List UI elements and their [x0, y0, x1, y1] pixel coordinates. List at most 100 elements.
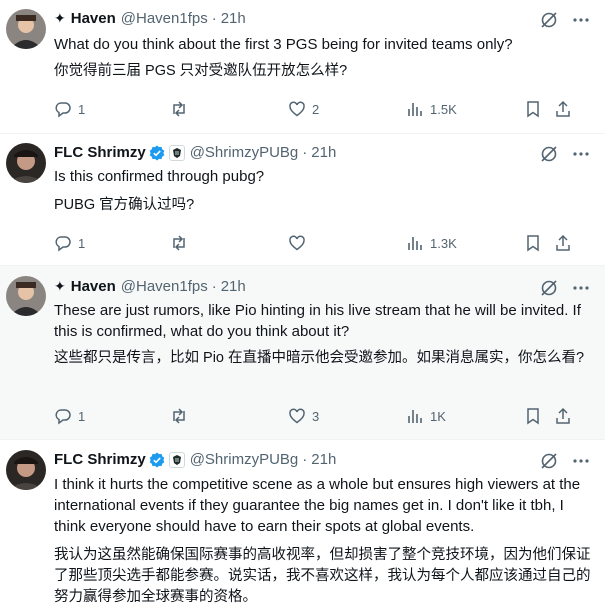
- grok-icon[interactable]: [539, 278, 559, 298]
- tweet-actions: 1 2 1.5K: [54, 100, 584, 122]
- like-icon: [289, 101, 305, 117]
- separator-dot: ·: [211, 10, 217, 27]
- avatar[interactable]: [6, 276, 46, 316]
- tweet-text-en: Is this confirmed through pubg?: [54, 168, 265, 185]
- views-count: 1.5K: [430, 101, 457, 117]
- like-button[interactable]: 3: [288, 407, 319, 425]
- views-icon: [408, 237, 422, 250]
- tweet-text-zh: 这些都只是传言，比如 Pio 在直播中暗示他会受邀参加。如果消息属实，你怎么看?: [54, 350, 585, 366]
- retweet-icon: [173, 235, 185, 251]
- display-name[interactable]: FLC Shrimzy: [54, 451, 146, 468]
- tweet-text-zh: 我认为这虽然能确保国际赛事的高收视率，但却损害了整个竞技环境，因为他们保证了那些…: [54, 547, 591, 605]
- grok-icon[interactable]: [539, 10, 559, 30]
- views-count: 1.3K: [430, 235, 457, 251]
- tweet[interactable]: ✦ Haven @Haven1fps · 21h These are just …: [0, 266, 605, 440]
- share-icon: [556, 407, 570, 424]
- grok-icon[interactable]: [539, 144, 559, 164]
- more-icon[interactable]: [571, 278, 591, 298]
- tweet-header: FLC Shrimzy @ShrimzyPUBg · 21h: [54, 451, 336, 468]
- views-button[interactable]: 1.5K: [406, 100, 457, 118]
- verified-badge-icon: [149, 452, 164, 467]
- reply-count: 1: [78, 235, 86, 251]
- reply-icon: [55, 102, 71, 118]
- views-count: 1K: [430, 408, 446, 424]
- share-button[interactable]: [554, 234, 572, 252]
- name-prefix: ✦: [54, 278, 66, 294]
- views-button[interactable]: 1K: [406, 407, 446, 425]
- display-name[interactable]: Haven: [71, 10, 116, 27]
- timestamp[interactable]: 21h: [221, 10, 246, 27]
- user-handle[interactable]: @ShrimzyPUBg: [190, 451, 299, 468]
- bookmark-button[interactable]: [524, 407, 542, 425]
- tweet-body: What do you think about the first 3 PGS …: [54, 34, 594, 82]
- retweet-button[interactable]: [170, 100, 194, 118]
- tweet-body: Is this confirmed through pubg? PUBG 官方确…: [54, 166, 594, 216]
- reply-icon: [55, 409, 71, 425]
- tweet[interactable]: ✦ Haven @Haven1fps · 21h What do you thi…: [0, 0, 605, 134]
- timestamp[interactable]: 21h: [311, 144, 336, 161]
- affiliate-badge-icon[interactable]: [168, 451, 185, 468]
- display-name[interactable]: Haven: [71, 278, 116, 295]
- like-button[interactable]: 2: [288, 100, 319, 118]
- more-icon[interactable]: [571, 10, 591, 30]
- tweet-body: These are just rumors, like Pio hinting …: [54, 300, 594, 369]
- like-button[interactable]: [288, 234, 312, 252]
- reply-count: 1: [78, 408, 86, 424]
- tweet-header: FLC Shrimzy @ShrimzyPUBg · 21h: [54, 144, 336, 161]
- display-name[interactable]: FLC Shrimzy: [54, 144, 146, 161]
- tweet-header: ✦ Haven @Haven1fps · 21h: [54, 278, 246, 295]
- separator-dot: ·: [302, 144, 308, 161]
- user-handle[interactable]: @Haven1fps: [121, 278, 208, 295]
- more-icon[interactable]: [571, 144, 591, 164]
- tweet-header: ✦ Haven @Haven1fps · 21h: [54, 10, 246, 27]
- retweet-icon: [173, 101, 185, 117]
- reply-count: 1: [78, 101, 86, 117]
- retweet-button[interactable]: [170, 407, 194, 425]
- like-icon: [289, 408, 305, 424]
- user-handle[interactable]: @ShrimzyPUBg: [190, 144, 299, 161]
- reply-button[interactable]: 1: [54, 100, 85, 118]
- reply-icon: [55, 236, 71, 252]
- name-prefix: ✦: [54, 10, 66, 26]
- bookmark-icon: [527, 408, 539, 425]
- avatar[interactable]: [6, 9, 46, 49]
- bookmark-button[interactable]: [524, 234, 542, 252]
- more-icon[interactable]: [571, 451, 591, 471]
- avatar[interactable]: [6, 450, 46, 490]
- separator-dot: ·: [211, 278, 217, 295]
- bookmark-button[interactable]: [524, 100, 542, 118]
- like-count: 3: [312, 408, 320, 424]
- tweet-actions: 1 3 1K: [54, 407, 584, 429]
- retweet-icon: [173, 408, 185, 424]
- share-button[interactable]: [554, 407, 572, 425]
- tweet-text-zh: PUBG 官方确认过吗?: [54, 197, 195, 213]
- views-button[interactable]: 1.3K: [406, 234, 457, 252]
- tweet[interactable]: FLC Shrimzy @ShrimzyPUBg · 21h Is this c…: [0, 134, 605, 266]
- user-handle[interactable]: @Haven1fps: [121, 10, 208, 27]
- tweet-text-en: I think it hurts the competitive scene a…: [54, 476, 581, 535]
- reply-button[interactable]: 1: [54, 234, 85, 252]
- timestamp[interactable]: 21h: [221, 278, 246, 295]
- verified-badge-icon: [149, 145, 164, 160]
- tweet-body: I think it hurts the competitive scene a…: [54, 474, 594, 608]
- share-button[interactable]: [554, 100, 572, 118]
- views-icon: [408, 410, 422, 423]
- views-icon: [408, 103, 422, 116]
- share-icon: [556, 234, 570, 251]
- tweet-text-zh: 你觉得前三届 PGS 只对受邀队伍开放怎么样?: [54, 63, 348, 79]
- like-icon: [289, 235, 305, 251]
- timestamp[interactable]: 21h: [311, 451, 336, 468]
- tweet-actions: 1 1.3K: [54, 234, 584, 256]
- share-icon: [556, 100, 570, 117]
- tweet[interactable]: FLC Shrimzy @ShrimzyPUBg · 21h I think i…: [0, 440, 605, 610]
- retweet-button[interactable]: [170, 234, 194, 252]
- bookmark-icon: [527, 101, 539, 118]
- reply-button[interactable]: 1: [54, 407, 85, 425]
- bookmark-icon: [527, 235, 539, 252]
- separator-dot: ·: [302, 451, 308, 468]
- grok-icon[interactable]: [539, 451, 559, 471]
- affiliate-badge-icon[interactable]: [168, 144, 185, 161]
- like-count: 2: [312, 101, 320, 117]
- avatar[interactable]: [6, 143, 46, 183]
- tweet-text-en: These are just rumors, like Pio hinting …: [54, 302, 581, 340]
